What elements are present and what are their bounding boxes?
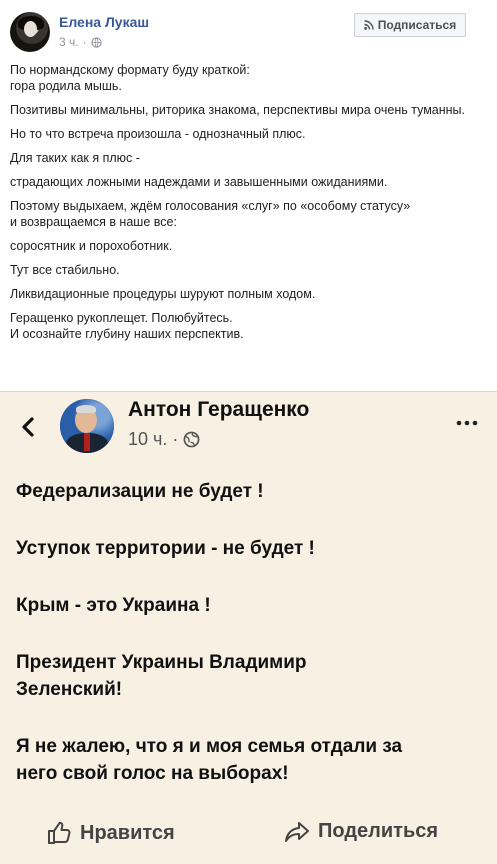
post-paragraph: соросятник и порохоботник. xyxy=(10,239,173,253)
post-line: гора родила мышь. xyxy=(10,79,122,93)
chevron-left-icon xyxy=(22,417,34,437)
post-line: и возвращаемся в наше все: xyxy=(10,215,177,229)
embedded-line: Федерализации не будет ! xyxy=(16,481,264,502)
post-meta: 3 ч. · xyxy=(59,35,102,49)
embedded-author-avatar xyxy=(60,399,114,453)
embedded-line: Президент Украины Владимир xyxy=(16,652,307,673)
embedded-paragraph: Я не жалею, что я и моя семья отдали за … xyxy=(16,733,486,787)
avatar-tie xyxy=(84,433,90,451)
embedded-share-button: Поделиться xyxy=(284,820,438,843)
post-paragraph: Поэтому выдыхаем, ждём голосования «слуг… xyxy=(10,198,480,230)
embedded-line: Я не жалею, что я и моя семья отдали за xyxy=(16,736,403,757)
embedded-action-bar: Нравится Поделиться xyxy=(0,812,497,862)
post-paragraph: страдающих ложными надеждами и завышенны… xyxy=(10,175,388,189)
embedded-line: Крым - это Украина ! xyxy=(16,595,211,616)
author-name-link[interactable]: Елена Лукаш xyxy=(59,14,149,30)
embedded-paragraph: Президент Украины Владимир Зеленский! xyxy=(16,649,486,703)
globe-icon xyxy=(183,431,200,448)
post-line: Поэтому выдыхаем, ждём голосования «слуг… xyxy=(10,199,411,213)
post-header: Елена Лукаш 3 ч. · Подписаться xyxy=(0,0,497,60)
avatar-face xyxy=(24,21,37,37)
post-line: Геращенко рукоплещет. Полюбуйтесь. xyxy=(10,311,233,325)
post-line: По нормандскому формату буду краткой: xyxy=(10,63,250,77)
post-paragraph: По нормандскому формату буду краткой: го… xyxy=(10,62,480,94)
globe-icon xyxy=(90,36,102,48)
like-label: Нравится xyxy=(80,821,175,844)
post-text: По нормандскому формату буду краткой: го… xyxy=(10,62,480,350)
post-time[interactable]: 3 ч. xyxy=(59,35,79,49)
rss-icon xyxy=(363,20,374,30)
embedded-line: него свой голос на выборах! xyxy=(16,763,289,784)
post-line: И осознайте глубину наших перспектив. xyxy=(10,327,244,341)
thumbs-up-icon xyxy=(48,821,71,844)
meta-dot: · xyxy=(82,35,87,49)
post-paragraph: Для таких как я плюс - xyxy=(10,151,140,165)
post-paragraph: Ликвидационные процедуры шуруют полным х… xyxy=(10,287,316,301)
post-paragraph: Но то что встреча произошла - однозначны… xyxy=(10,127,306,141)
post-paragraph: Геращенко рукоплещет. Полюбуйтесь. И осо… xyxy=(10,310,480,342)
more-icon xyxy=(456,420,478,426)
share-arrow-icon xyxy=(285,821,309,842)
embedded-post-text: Федерализации не будет ! Уступок террито… xyxy=(16,478,486,817)
embedded-post-image[interactable]: Антон Геращенко 10 ч. · Федерализации не… xyxy=(0,391,497,864)
author-avatar[interactable] xyxy=(10,12,50,52)
subscribe-label: Подписаться xyxy=(377,18,457,32)
embedded-like-button: Нравится xyxy=(46,820,175,846)
post-paragraph: Позитивы минимальны, риторика знакома, п… xyxy=(10,103,465,117)
share-label: Поделиться xyxy=(318,820,439,842)
post-paragraph: Тут все стабильно. xyxy=(10,263,120,277)
embedded-meta-dot: · xyxy=(172,429,179,449)
subscribe-button[interactable]: Подписаться xyxy=(354,13,466,37)
embedded-post-time: 10 ч. xyxy=(128,429,168,449)
embedded-post-meta: 10 ч. · xyxy=(128,429,200,450)
embedded-line: Зеленский! xyxy=(16,679,123,700)
avatar-hair xyxy=(76,405,96,413)
embedded-line: Уступок территории - не будет ! xyxy=(16,538,315,559)
embedded-author-name: Антон Геращенко xyxy=(128,398,310,421)
